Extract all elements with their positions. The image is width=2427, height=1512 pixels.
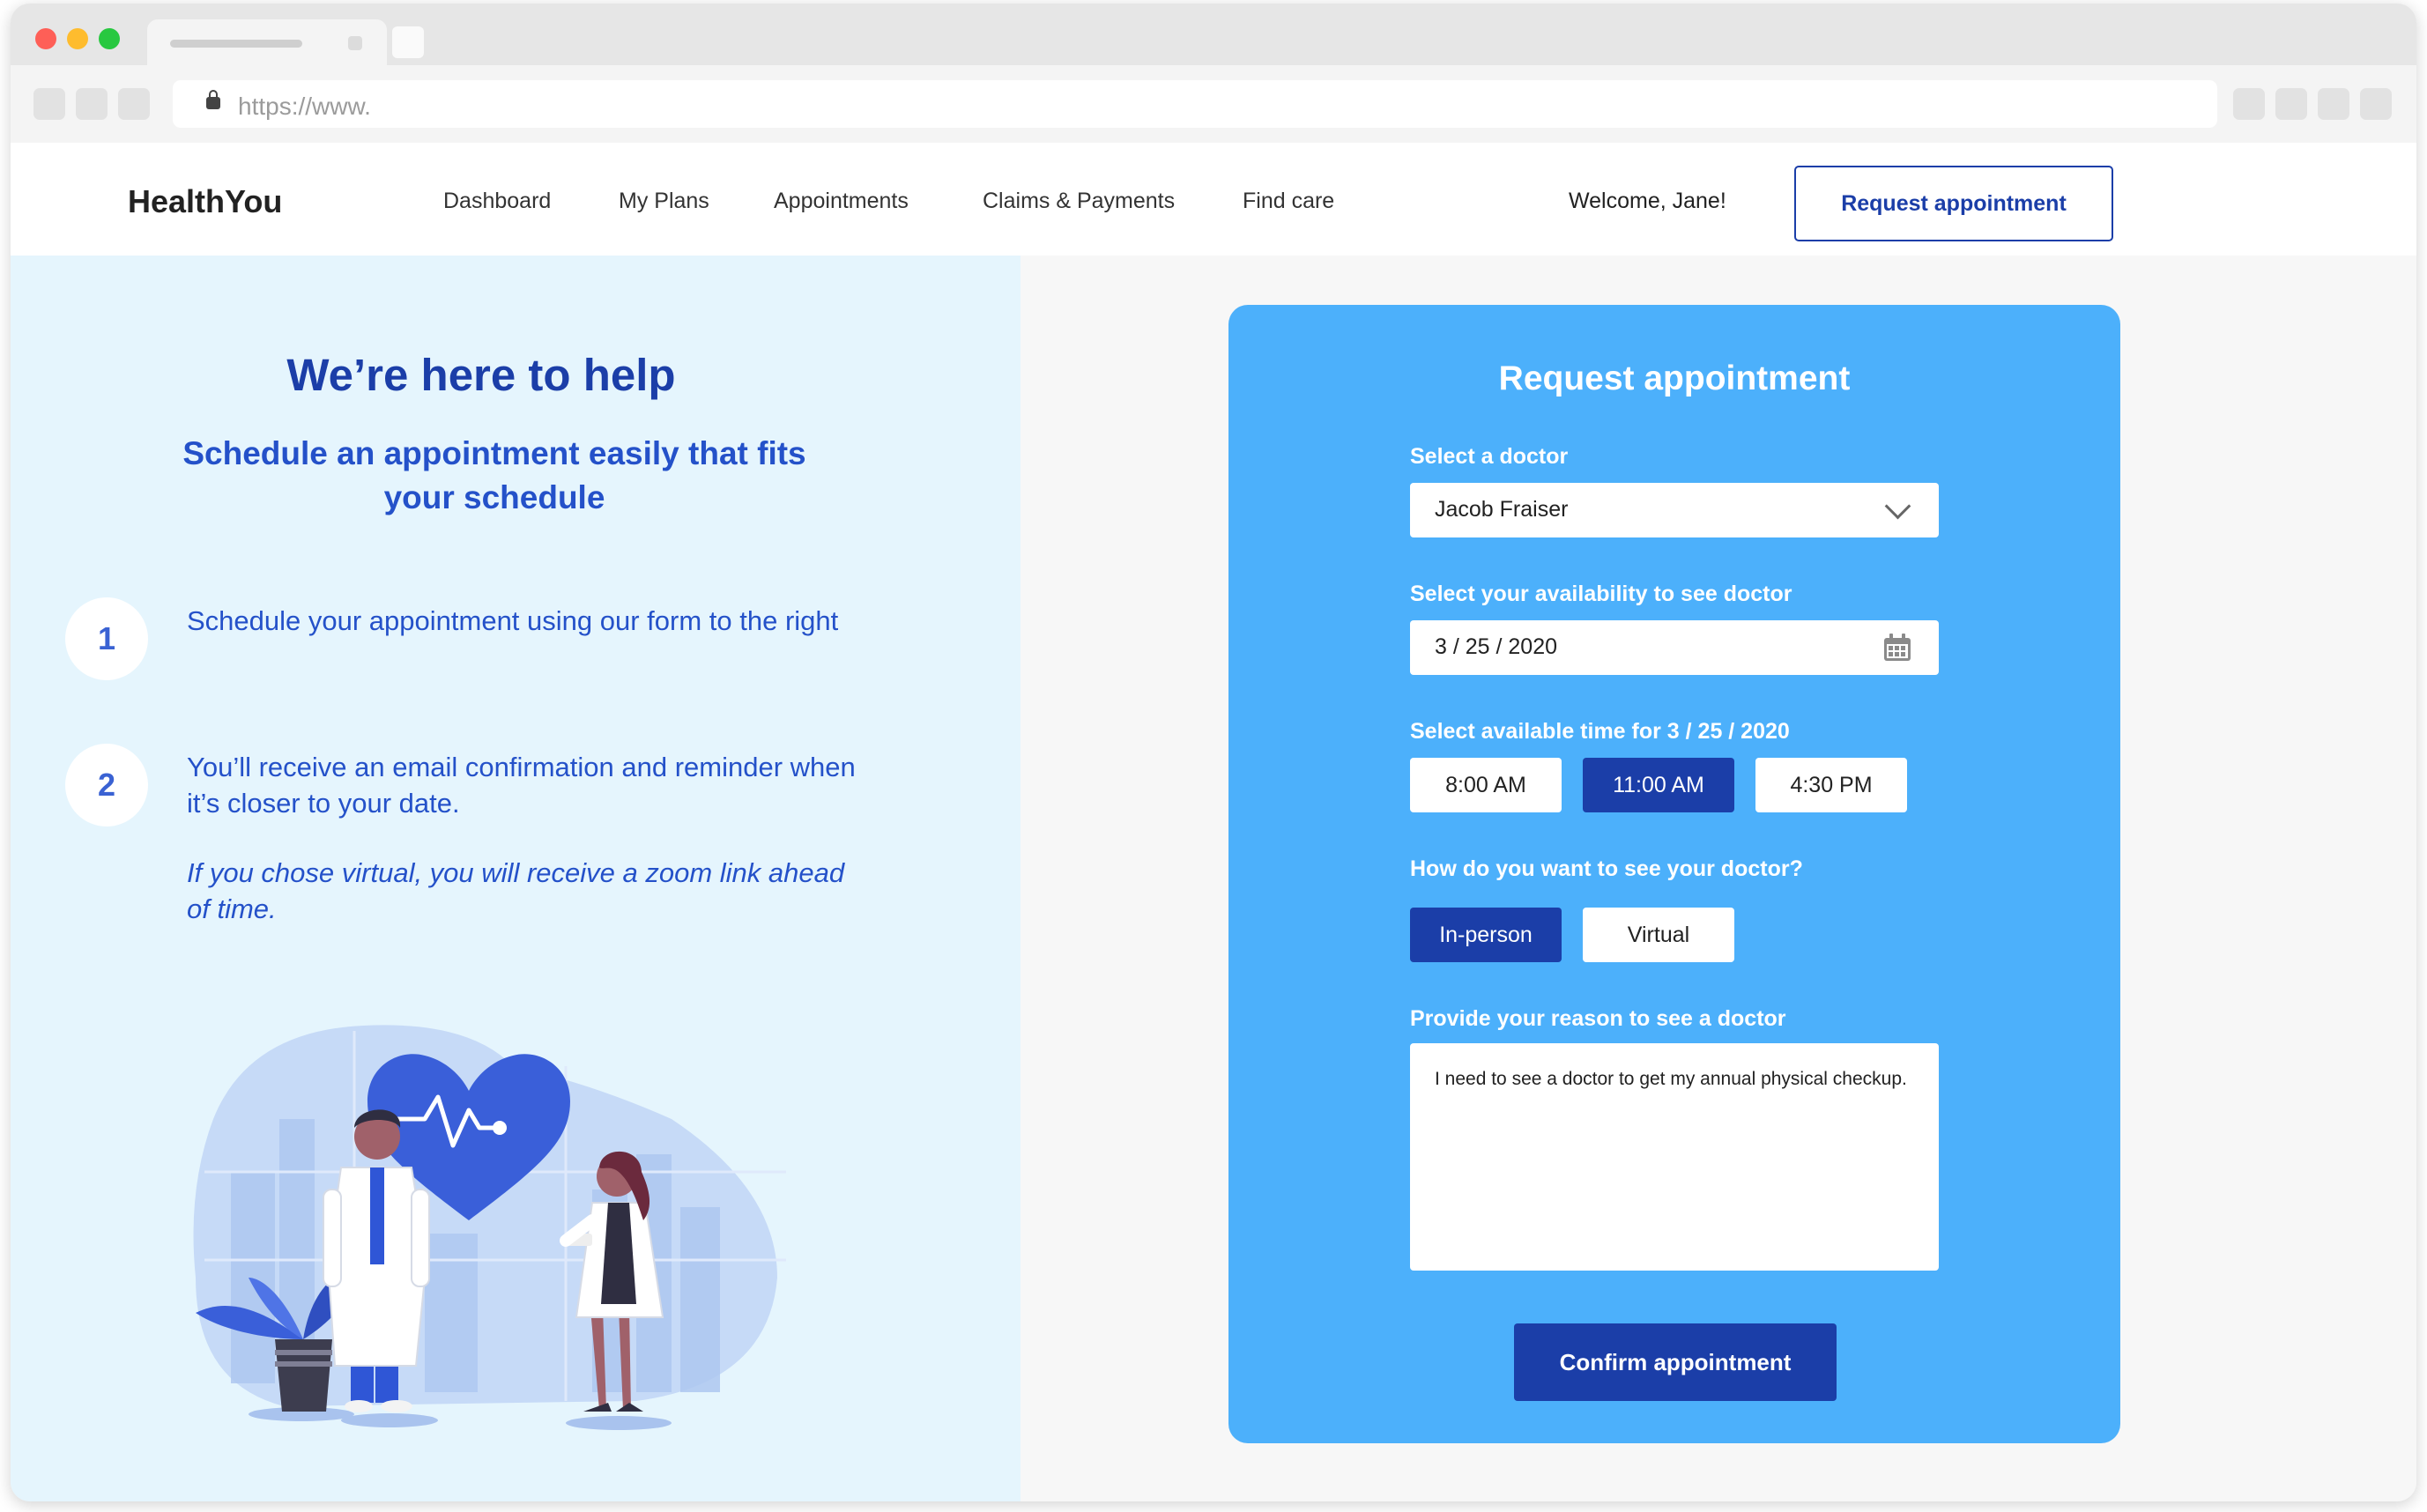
back-button[interactable] [33, 88, 65, 120]
doctor-select-value: Jacob Fraiser [1435, 497, 1569, 522]
nav-appointments[interactable]: Appointments [774, 189, 909, 214]
nav-my-plans[interactable]: My Plans [619, 189, 709, 214]
close-window-icon[interactable] [35, 28, 56, 49]
browser-toolbar: https://www. [11, 65, 2416, 144]
time-option-430pm[interactable]: 4:30 PM [1755, 758, 1907, 812]
forward-button[interactable] [76, 88, 108, 120]
chevron-down-icon[interactable] [1884, 493, 1911, 520]
nav-claims-payments[interactable]: Claims & Payments [983, 189, 1175, 214]
tab-close-icon[interactable] [348, 36, 362, 50]
browser-window: https://www. HealthYou Dashboard My Plan… [11, 4, 2416, 1501]
reason-textarea[interactable]: I need to see a doctor to get my annual … [1410, 1043, 1939, 1271]
new-tab-button[interactable] [392, 26, 424, 58]
time-option-8am[interactable]: 8:00 AM [1410, 758, 1562, 812]
request-appointment-button[interactable]: Request appointment [1794, 166, 2113, 241]
appointment-form-card: Request appointment Select a doctor Jaco… [1228, 305, 2120, 1443]
address-bar[interactable]: https://www. [173, 80, 2217, 128]
help-panel: We’re here to help Schedule an appointme… [11, 256, 1021, 1501]
date-input-value: 3 / 25 / 2020 [1435, 634, 1558, 659]
date-label: Select your availability to see doctor [1410, 582, 1792, 606]
doctor-select[interactable]: Jacob Fraiser [1410, 483, 1939, 537]
date-input[interactable]: 3 / 25 / 2020 [1410, 620, 1939, 675]
form-title: Request appointment [1498, 359, 1851, 397]
step-text: Schedule your appointment using our form… [187, 605, 839, 636]
mode-label: How do you want to see your doctor? [1410, 856, 1803, 881]
confirm-appointment-button[interactable]: Confirm appointment [1514, 1323, 1837, 1401]
doctors-illustration [193, 1025, 786, 1430]
nav-dashboard[interactable]: Dashboard [443, 189, 551, 214]
form-panel: Request appointment Select a doctor Jaco… [1021, 256, 2416, 1501]
help-title: We’re here to help [286, 350, 676, 400]
minimize-window-icon[interactable] [67, 28, 88, 49]
mode-virtual-button[interactable]: Virtual [1583, 908, 1734, 962]
doctor-label: Select a doctor [1410, 444, 1569, 469]
lock-icon [206, 90, 220, 109]
virtual-note: If you chose virtual, you will receive a… [187, 857, 845, 924]
calendar-icon[interactable] [1882, 633, 1912, 663]
extension-button[interactable] [2233, 88, 2265, 120]
reload-button[interactable] [118, 88, 150, 120]
nav-find-care[interactable]: Find care [1243, 189, 1334, 214]
step-text: You’ll receive an email confirmation and… [187, 752, 856, 819]
time-label: Select available time for 3 / 25 / 2020 [1410, 719, 1790, 744]
help-subtitle: Schedule an appointment easily that fits… [182, 435, 806, 515]
step-number: 1 [65, 597, 148, 680]
brand-logo[interactable]: HealthYou [128, 183, 282, 220]
extension-button[interactable] [2318, 88, 2349, 120]
tab-title-placeholder [170, 40, 302, 48]
time-option-11am[interactable]: 11:00 AM [1583, 758, 1734, 812]
maximize-window-icon[interactable] [99, 28, 120, 49]
browser-tab[interactable] [147, 19, 387, 65]
browser-tab-bar [11, 4, 2416, 65]
mode-in-person-button[interactable]: In-person [1410, 908, 1562, 962]
welcome-message: Welcome, Jane! [1569, 189, 1726, 213]
extension-button[interactable] [2275, 88, 2307, 120]
site-header: HealthYou Dashboard My Plans Appointment… [11, 143, 2416, 256]
reason-label: Provide your reason to see a doctor [1410, 1006, 1786, 1031]
extension-button[interactable] [2360, 88, 2392, 120]
url-text: https://www. [238, 93, 371, 120]
step-number: 2 [65, 744, 148, 826]
